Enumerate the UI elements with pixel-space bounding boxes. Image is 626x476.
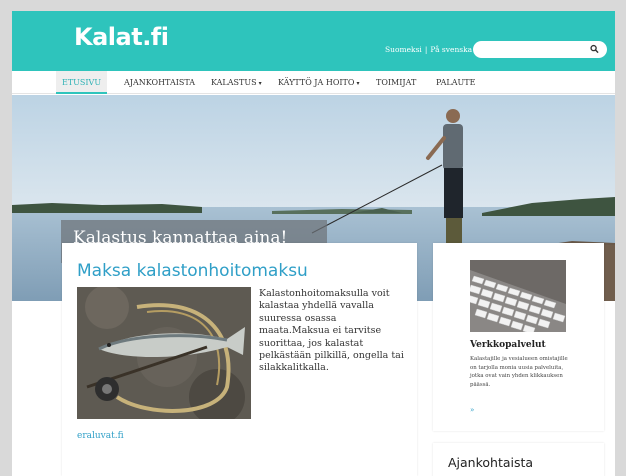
fee-card-title[interactable]: Maksa kalastonhoitomaksu (77, 261, 308, 281)
nav-item-etusivu[interactable]: ETUSIVU (56, 71, 108, 94)
news-card-title[interactable]: Ajankohtaista (448, 455, 533, 470)
online-services-text: Kalastajille ja vesialueen omistajille o… (470, 356, 568, 388)
site-header: Kalat.fi Suomeksi | På svenska (12, 11, 615, 71)
site-logo[interactable]: Kalat.fi (74, 23, 169, 51)
nav-item-toimijat[interactable]: TOIMIJAT (370, 71, 422, 94)
fee-card-text: Kalastonhoitomaksulla voit kalastaa yhde… (259, 288, 404, 374)
news-card: Ajankohtaista (433, 443, 604, 476)
language-switcher: Suomeksi | På svenska (385, 45, 472, 54)
fee-card: Maksa kalastonhoitomaksu Kalastonhoitoma… (62, 243, 417, 476)
nav-item-palaute[interactable]: PALAUTE (430, 71, 481, 94)
read-more-link[interactable]: » (470, 406, 474, 414)
nav-item-ajankohtaista[interactable]: AJANKOHTAISTA (118, 71, 201, 94)
search-input[interactable] (481, 43, 581, 56)
chevron-down-icon: ▾ (356, 80, 360, 87)
nav-item-kalastus[interactable]: KALASTUS ▾ (205, 71, 268, 94)
main-navigation: ETUSIVU AJANKOHTAISTA KALASTUS ▾ KÄYTTÖ J… (12, 71, 615, 94)
lang-swedish-link[interactable]: På svenska (430, 45, 472, 54)
chevron-down-icon: ▾ (258, 80, 262, 87)
keyboard-photo (470, 260, 566, 332)
search-icon[interactable] (590, 44, 599, 54)
online-services-title[interactable]: Verkkopalvelut (470, 340, 546, 350)
fish-photo (77, 287, 251, 419)
lang-finnish-link[interactable]: Suomeksi (385, 45, 422, 54)
nav-item-kaytto-ja-hoito[interactable]: KÄYTTÖ JA HOITO ▾ (272, 71, 365, 94)
search-box (473, 41, 607, 58)
eraluvat-link[interactable]: eraluvat.fi (77, 431, 124, 441)
online-services-card: Verkkopalvelut Kalastajille ja vesialuee… (433, 243, 604, 431)
lang-separator: | (424, 45, 428, 54)
browser-page: Kalat.fi Suomeksi | På svenska ETUSIVU AJA… (12, 11, 615, 476)
